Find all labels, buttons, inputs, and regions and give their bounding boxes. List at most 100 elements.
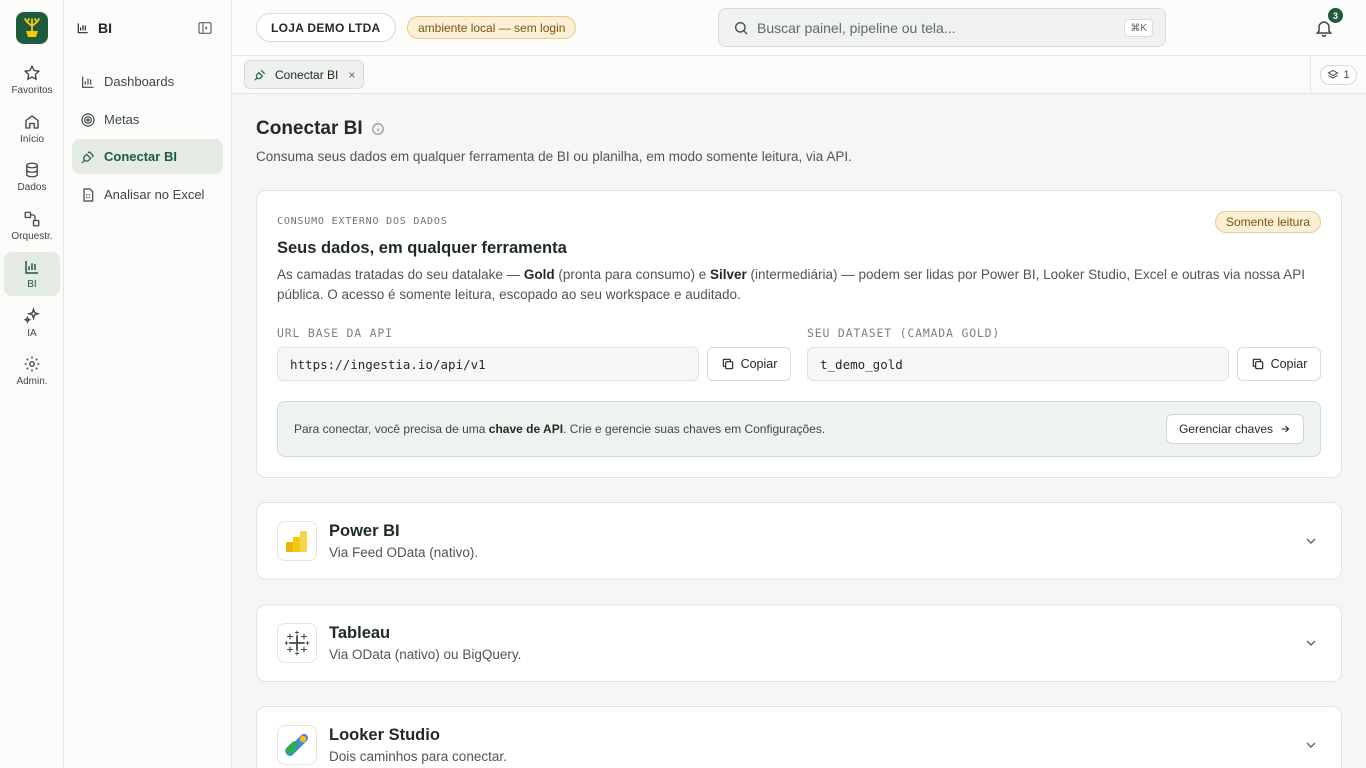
copy-icon bbox=[1252, 358, 1263, 370]
rail-item-favoritos[interactable]: Favoritos bbox=[4, 58, 60, 102]
bar-chart-icon bbox=[82, 76, 94, 88]
bar-chart-icon bbox=[77, 23, 88, 34]
open-tabs-count: 1 bbox=[1343, 68, 1350, 81]
copy-api-url-button[interactable]: Copiar bbox=[707, 347, 791, 381]
looker-logo-icon bbox=[277, 725, 317, 765]
card-text: (pronta para consumo) e bbox=[554, 267, 710, 282]
copy-label: Copiar bbox=[740, 357, 778, 371]
connector-name: Looker Studio bbox=[329, 726, 440, 744]
api-key-notice: Para conectar, você precisa de uma chave… bbox=[277, 401, 1321, 457]
spreadsheet-icon bbox=[83, 187, 94, 202]
database-icon bbox=[26, 162, 38, 178]
dataset-label: SEU DATASET (CAMADA GOLD) bbox=[807, 326, 1001, 340]
page-subtitle: Consuma seus dados em qualquer ferrament… bbox=[256, 149, 852, 164]
sidebar-item-label: Conectar BI bbox=[104, 149, 177, 164]
section-sidebar: BI Dashboards Metas Conectar BI Analisar… bbox=[64, 0, 232, 768]
app-logo[interactable] bbox=[16, 12, 48, 44]
connector-powerbi[interactable]: Power BI Via Feed OData (nativo). bbox=[256, 502, 1342, 580]
rail-label: IA bbox=[27, 328, 37, 339]
search-input[interactable] bbox=[757, 19, 1117, 36]
plug-icon bbox=[254, 69, 266, 81]
chevron-down-icon[interactable] bbox=[1303, 635, 1319, 651]
sidebar-item-metas[interactable]: Metas bbox=[72, 102, 223, 137]
connector-desc: Via Feed OData (nativo). bbox=[329, 545, 479, 560]
rail-label: Orquestr. bbox=[11, 231, 53, 242]
rail-item-orquestr[interactable]: Orquestr. bbox=[4, 204, 60, 248]
tab-label: Conectar BI bbox=[275, 67, 339, 82]
rail-item-admin[interactable]: Admin. bbox=[4, 349, 60, 393]
notice-part: Para conectar, você precisa de uma bbox=[294, 422, 489, 436]
main-content: Conectar BI Consuma seus dados em qualqu… bbox=[232, 94, 1366, 768]
manage-keys-button[interactable]: Gerenciar chaves bbox=[1165, 414, 1304, 444]
rail-label: Favoritos bbox=[11, 85, 53, 96]
plug-icon bbox=[81, 150, 94, 163]
star-icon bbox=[23, 64, 41, 81]
sidebar-item-label: Dashboards bbox=[104, 74, 175, 89]
rail-label: BI bbox=[27, 279, 37, 290]
bar-chart-icon bbox=[25, 261, 38, 274]
tabs-overflow: 1 bbox=[1310, 56, 1366, 93]
search-icon bbox=[735, 21, 748, 34]
rail-label: Início bbox=[20, 134, 44, 145]
workflow-icon bbox=[24, 211, 40, 227]
api-url-label: URL BASE DA API bbox=[277, 326, 393, 340]
sidebar-item-analisar-excel[interactable]: Analisar no Excel bbox=[72, 177, 223, 212]
tableau-crosses bbox=[284, 630, 310, 656]
page-title-text: Conectar BI bbox=[256, 118, 363, 139]
looker-shapes bbox=[285, 733, 309, 757]
chevron-down-icon[interactable] bbox=[1303, 737, 1319, 753]
external-consumption-card: CONSUMO EXTERNO DOS DADOS Somente leitur… bbox=[256, 190, 1342, 478]
read-only-badge: Somente leitura bbox=[1214, 211, 1321, 233]
notice-bold: chave de API bbox=[488, 422, 564, 436]
arrow-right-icon bbox=[1281, 425, 1290, 433]
gold-layer: Gold bbox=[523, 267, 555, 282]
connector-name: Tableau bbox=[329, 624, 391, 642]
rail-label: Dados bbox=[17, 182, 47, 193]
connector-tableau[interactable]: Tableau Via OData (nativo) ou BigQuery. bbox=[256, 604, 1342, 682]
environment-badge: ambiente local — sem login bbox=[407, 16, 577, 39]
sidebar-collapse-icon[interactable] bbox=[197, 20, 213, 36]
card-heading: Seus dados, em qualquer ferramenta bbox=[277, 239, 567, 257]
logo-icon bbox=[24, 18, 40, 37]
topbar: LOJA DEMO LTDA ambiente local — sem logi… bbox=[232, 0, 1366, 56]
gear-icon bbox=[24, 356, 40, 372]
open-tabs-counter[interactable]: 1 bbox=[1320, 64, 1357, 85]
dataset-field[interactable]: t_demo_gold bbox=[807, 347, 1229, 381]
org-selector-button[interactable]: LOJA DEMO LTDA bbox=[256, 13, 396, 42]
notice-part: . Crie e gerencie suas chaves em Configu… bbox=[563, 422, 826, 436]
rail-item-bi[interactable]: BI bbox=[4, 252, 60, 296]
home-icon bbox=[25, 115, 39, 129]
info-icon[interactable] bbox=[371, 122, 385, 136]
copy-label: Copiar bbox=[1270, 357, 1308, 371]
copy-dataset-button[interactable]: Copiar bbox=[1237, 347, 1321, 381]
card-description: As camadas tratadas do seu datalake — Go… bbox=[277, 265, 1322, 305]
sidebar-title: BI bbox=[98, 20, 112, 36]
page-title: Conectar BI bbox=[256, 118, 385, 140]
powerbi-logo-icon bbox=[277, 521, 317, 561]
search-box[interactable]: ⌘K bbox=[718, 8, 1166, 47]
sparkles-icon bbox=[23, 307, 41, 324]
notification-count-badge: 3 bbox=[1328, 8, 1343, 23]
chevron-down-icon[interactable] bbox=[1303, 533, 1319, 549]
manage-keys-label: Gerenciar chaves bbox=[1178, 422, 1273, 436]
silver-layer: Silver bbox=[709, 267, 747, 282]
rail-item-dados[interactable]: Dados bbox=[4, 155, 60, 199]
api-url-field[interactable]: https://ingestia.io/api/v1 bbox=[277, 347, 699, 381]
connector-name: Power BI bbox=[329, 522, 400, 540]
sidebar-item-conectar-bi[interactable]: Conectar BI bbox=[72, 139, 223, 174]
layers-icon bbox=[1327, 69, 1339, 79]
sidebar-item-label: Analisar no Excel bbox=[104, 187, 205, 202]
icon-rail: Favoritos Início Dados Orquestr. BI IA A… bbox=[0, 0, 64, 768]
connector-desc: Dois caminhos para conectar. bbox=[329, 749, 507, 764]
connector-looker-studio[interactable]: Looker Studio Dois caminhos para conecta… bbox=[256, 706, 1342, 768]
tab-conectar-bi[interactable]: Conectar BI × bbox=[244, 60, 365, 89]
sidebar-item-label: Metas bbox=[104, 112, 140, 127]
notice-text: Para conectar, você precisa de uma chave… bbox=[294, 422, 825, 436]
rail-item-ia[interactable]: IA bbox=[4, 301, 60, 345]
sidebar-item-dashboards[interactable]: Dashboards bbox=[72, 64, 223, 99]
tabs-bar: Conectar BI × 1 bbox=[232, 56, 1366, 94]
rail-item-inicio[interactable]: Início bbox=[4, 107, 60, 151]
target-icon bbox=[81, 112, 95, 127]
tab-close-icon[interactable]: × bbox=[348, 68, 355, 82]
tableau-logo-icon bbox=[277, 623, 317, 663]
